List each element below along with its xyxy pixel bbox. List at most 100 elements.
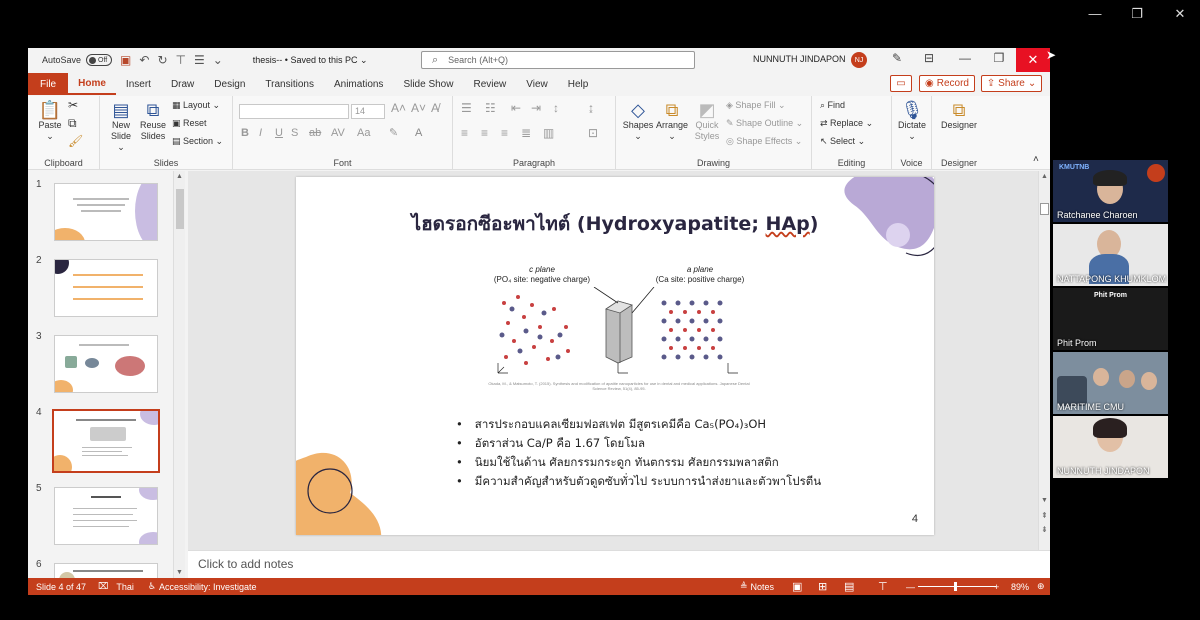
participant-tile[interactable]: KMUTNB Ratchanee Charoen (1053, 160, 1168, 222)
zoom-out-icon[interactable]: — (906, 578, 915, 595)
save-icon[interactable]: ▣ (120, 53, 131, 67)
font-size-field[interactable]: 14 (351, 104, 385, 119)
scroll-up-icon[interactable]: ▲ (176, 173, 183, 180)
minimize-button[interactable]: — (954, 51, 976, 65)
shadow-icon[interactable]: S (291, 128, 298, 139)
strikethrough-icon[interactable]: ab (309, 128, 321, 139)
justify-icon[interactable]: ≣ (521, 127, 531, 139)
font-color-icon[interactable]: A (415, 128, 422, 139)
scroll-down-icon[interactable]: ▼ (176, 569, 183, 576)
previous-slide-icon[interactable]: ⇞ (1041, 511, 1048, 520)
increase-font-icon[interactable]: A˄ (391, 102, 406, 114)
share-button[interactable]: ⇪ Share ⌄ (981, 75, 1042, 92)
outer-restore-button[interactable]: ❐ (1127, 6, 1147, 22)
find-button[interactable]: ⌕ Find (820, 100, 845, 111)
tab-home[interactable]: Home (68, 73, 116, 95)
redo-icon[interactable]: ↻ (157, 53, 167, 67)
language-indicator[interactable]: Thai (116, 582, 134, 592)
tab-animations[interactable]: Animations (324, 73, 393, 95)
dictate-button[interactable]: 🎙 Dictate ⌄ (896, 100, 928, 142)
zoom-level[interactable]: 89% (1011, 578, 1029, 595)
undo-icon[interactable]: ↶ (139, 53, 149, 67)
arrange-button[interactable]: ⧉ Arrange ⌄ (654, 100, 690, 142)
replace-button[interactable]: ⇄ Replace ⌄ (820, 118, 873, 129)
zoom-in-icon[interactable]: + (994, 578, 999, 595)
current-slide[interactable]: ไฮดรอกซีอะพาไทต์ (Hydroxyapatite; HAp) c… (296, 177, 934, 535)
tab-file[interactable]: File (28, 73, 69, 95)
present-icon[interactable]: ⊤ (176, 53, 186, 67)
line-spacing-icon[interactable]: ↕ (553, 102, 559, 114)
bold-icon[interactable]: B (241, 128, 249, 139)
bullet-list[interactable]: สารประกอบแคลเซียมฟอสเฟต มีสูตรเคมีคือ Ca… (456, 415, 821, 491)
font-name-field[interactable] (239, 104, 349, 119)
participant-tile[interactable]: NUNNUTH JINDAPON (1053, 416, 1168, 478)
italic-icon[interactable]: I (259, 128, 262, 139)
customize-qat-icon[interactable]: ⌄ (213, 53, 223, 67)
accessibility-indicator[interactable]: Accessibility: Investigate (159, 582, 257, 592)
tab-transitions[interactable]: Transitions (255, 73, 324, 95)
shape-effects-button[interactable]: ◎ Shape Effects ⌄ (726, 136, 802, 147)
decrease-font-icon[interactable]: A˅ (411, 102, 426, 114)
list-icon[interactable]: ☰ (194, 53, 205, 67)
paste-button[interactable]: 📋 Paste ⌄ (36, 100, 64, 142)
normal-view-icon[interactable]: ▣ (792, 578, 802, 595)
align-center-icon[interactable]: ≡ (481, 127, 488, 139)
tab-insert[interactable]: Insert (116, 73, 161, 95)
increase-indent-icon[interactable]: ⇥ (531, 102, 541, 114)
copy-icon[interactable]: ⧉ (68, 117, 77, 129)
tab-design[interactable]: Design (204, 73, 255, 95)
ribbon-display-icon[interactable]: ⊟ (918, 51, 940, 65)
designer-button[interactable]: ⧉ Designer (938, 100, 980, 131)
user-name[interactable]: NUNNUTH JINDAPON (753, 54, 846, 64)
autosave-toggle[interactable]: Off (86, 54, 113, 66)
scroll-thumb[interactable] (1040, 203, 1049, 215)
collapse-ribbon-icon[interactable]: ˄ (1033, 154, 1039, 165)
thumbnails-scrollbar[interactable]: ▲ ▼ (173, 171, 185, 578)
text-direction-icon[interactable]: ↨ (588, 102, 594, 114)
spellcheck-icon[interactable]: ⌧ (98, 581, 108, 592)
scroll-thumb[interactable] (176, 189, 184, 229)
shape-fill-button[interactable]: ◈ Shape Fill ⌄ (726, 100, 786, 111)
next-slide-icon[interactable]: ⇟ (1041, 525, 1048, 534)
clear-format-icon[interactable]: A̸ (431, 102, 439, 114)
pen-icon[interactable]: ✎ (886, 51, 908, 65)
align-left-icon[interactable]: ≡ (461, 127, 468, 139)
reuse-slides-button[interactable]: ⧉ Reuse Slides (138, 100, 168, 142)
outer-close-button[interactable]: ✕ (1170, 6, 1190, 22)
slideshow-icon[interactable]: ⊤ (878, 578, 888, 595)
align-text-icon[interactable]: ⊡ (588, 127, 598, 139)
decrease-indent-icon[interactable]: ⇤ (511, 102, 521, 114)
reading-view-icon[interactable]: ▤ (844, 578, 854, 595)
new-slide-button[interactable]: ▤ New Slide ⌄ (106, 100, 136, 153)
participant-tile[interactable]: MARITIME CMU (1053, 352, 1168, 414)
quick-styles-button[interactable]: ◩ Quick Styles (692, 100, 722, 142)
scroll-up-icon[interactable]: ▲ (1041, 173, 1048, 180)
bullets-icon[interactable]: ☰ (461, 102, 472, 114)
columns-icon[interactable]: ▥ (543, 127, 554, 139)
fit-slide-icon[interactable]: ⊕ (1037, 578, 1045, 595)
notes-pane[interactable]: Click to add notes (188, 550, 1050, 578)
participant-tile[interactable]: Phit Prom Phit Prom (1053, 288, 1168, 350)
zoom-thumb[interactable] (954, 582, 957, 591)
close-button[interactable]: ✕ (1016, 48, 1050, 72)
reset-button[interactable]: ▣ Reset (172, 118, 207, 129)
slide-title[interactable]: ไฮดรอกซีอะพาไทต์ (Hydroxyapatite; HAp) (296, 209, 934, 239)
align-right-icon[interactable]: ≡ (501, 127, 508, 139)
slide-scrollbar[interactable]: ▲ ▼ ⇞ ⇟ (1038, 171, 1050, 550)
tab-view[interactable]: View (516, 73, 558, 95)
numbering-icon[interactable]: ☷ (485, 102, 496, 114)
comments-button[interactable]: ▭ (890, 75, 912, 92)
layout-button[interactable]: ▦ Layout ⌄ (172, 100, 220, 111)
notes-toggle[interactable]: ≜ Notes (732, 578, 774, 595)
highlight-icon[interactable]: ✎ (389, 128, 398, 139)
cut-icon[interactable]: ✂ (68, 99, 78, 111)
zoom-slider[interactable] (918, 578, 996, 595)
tab-draw[interactable]: Draw (161, 73, 204, 95)
tab-help[interactable]: Help (558, 73, 599, 95)
tab-slide-show[interactable]: Slide Show (393, 73, 463, 95)
spacing-icon[interactable]: AV (331, 128, 345, 139)
underline-icon[interactable]: U (275, 128, 283, 139)
tab-review[interactable]: Review (463, 73, 516, 95)
shape-outline-button[interactable]: ✎ Shape Outline ⌄ (726, 118, 803, 129)
accessibility-icon[interactable]: ♿ (148, 581, 156, 592)
